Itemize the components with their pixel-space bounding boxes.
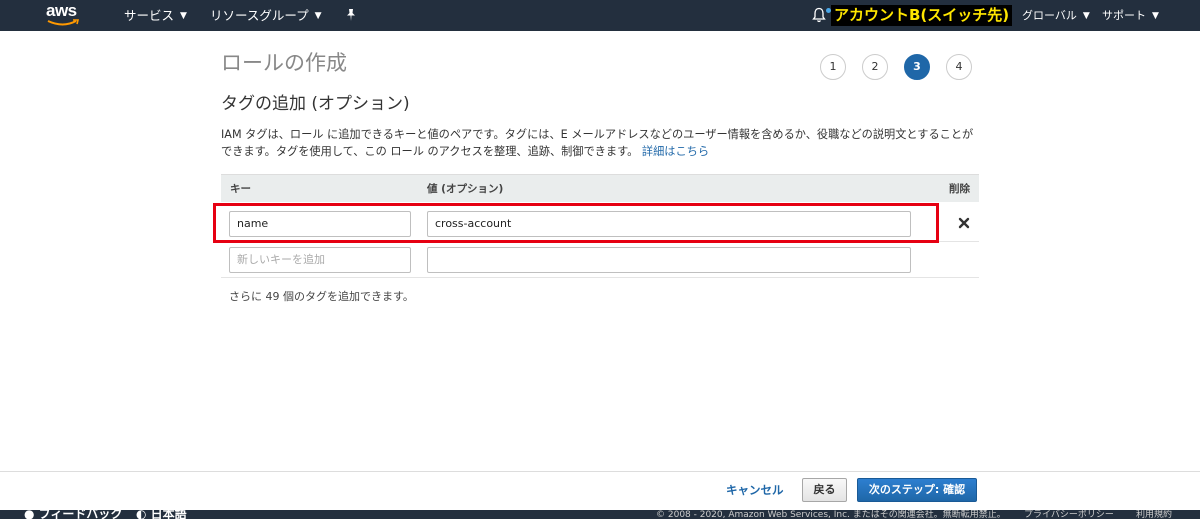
- aws-logo-text: aws: [46, 1, 77, 20]
- delete-tag-icon[interactable]: [957, 216, 971, 230]
- step-4: 4: [946, 54, 972, 80]
- chevron-down-icon: ▼: [1152, 10, 1159, 21]
- feedback-link[interactable]: ● フィードバック: [24, 510, 122, 519]
- footer-divider: [0, 471, 1200, 472]
- table-row-new: 新しいキーを追加: [221, 242, 979, 278]
- back-button[interactable]: 戻る: [802, 478, 847, 502]
- new-key-input[interactable]: 新しいキーを追加: [229, 247, 411, 273]
- resource-groups-label: リソースグループ: [210, 8, 309, 23]
- remaining-tags-text: さらに 49 個のタグを追加できます。: [229, 290, 414, 303]
- terms-link[interactable]: 利用規約: [1136, 510, 1172, 519]
- bell-icon[interactable]: [812, 7, 826, 23]
- language-selector[interactable]: ◐ 日本語: [136, 510, 187, 519]
- region-label: グローバル: [1022, 9, 1077, 22]
- pin-icon[interactable]: [344, 8, 358, 22]
- region-menu[interactable]: グローバル ▼: [1022, 0, 1090, 31]
- top-nav: aws サービス ▼ リソースグループ ▼ アカウントB(スイッチ先) グローバル ▼…: [0, 0, 1200, 31]
- next-step-button[interactable]: 次のステップ: 確認: [857, 478, 977, 502]
- col-key-header: キー: [230, 183, 251, 195]
- resource-groups-menu[interactable]: リソースグループ ▼: [210, 0, 322, 31]
- aws-logo[interactable]: aws: [46, 2, 82, 28]
- new-value-input[interactable]: [427, 247, 911, 273]
- page-title: ロールの作成: [221, 51, 347, 75]
- aws-smile-icon: [47, 19, 79, 26]
- chevron-down-icon: ▼: [180, 11, 187, 21]
- section-title: タグの追加 (オプション): [221, 94, 410, 114]
- tags-table-header: キー 値 (オプション) 削除: [221, 174, 979, 202]
- chevron-down-icon: ▼: [1082, 10, 1090, 21]
- services-label: サービス: [124, 8, 175, 23]
- cancel-button[interactable]: キャンセル: [726, 482, 784, 498]
- services-menu[interactable]: サービス ▼: [124, 0, 187, 31]
- col-value-header: 値 (オプション): [427, 183, 504, 195]
- feedback-label: フィードバック: [38, 510, 123, 519]
- support-menu[interactable]: サポート ▼: [1102, 0, 1159, 31]
- step-3-active: 3: [904, 54, 930, 80]
- highlight-box: [213, 203, 939, 243]
- copyright-text: © 2008 - 2020, Amazon Web Services, Inc.…: [656, 510, 1006, 519]
- bottom-bar: ● フィードバック ◐ 日本語 © 2008 - 2020, Amazon We…: [0, 510, 1200, 519]
- details-link[interactable]: 詳細はこちら: [642, 145, 709, 158]
- tags-description: IAM タグは、ロール に追加できるキーと値のペアです。タグには、E メールアド…: [221, 126, 981, 160]
- chevron-down-icon: ▼: [314, 11, 322, 21]
- description-text: IAM タグは、ロール に追加できるキーと値のペアです。タグには、E メールアド…: [221, 128, 974, 158]
- col-delete-header: 削除: [949, 183, 970, 195]
- support-label: サポート: [1102, 9, 1146, 22]
- step-2: 2: [862, 54, 888, 80]
- step-1: 1: [820, 54, 846, 80]
- account-switcher[interactable]: アカウントB(スイッチ先): [831, 5, 1013, 26]
- language-label: 日本語: [150, 510, 187, 519]
- privacy-link[interactable]: プライバシーポリシー: [1024, 510, 1114, 519]
